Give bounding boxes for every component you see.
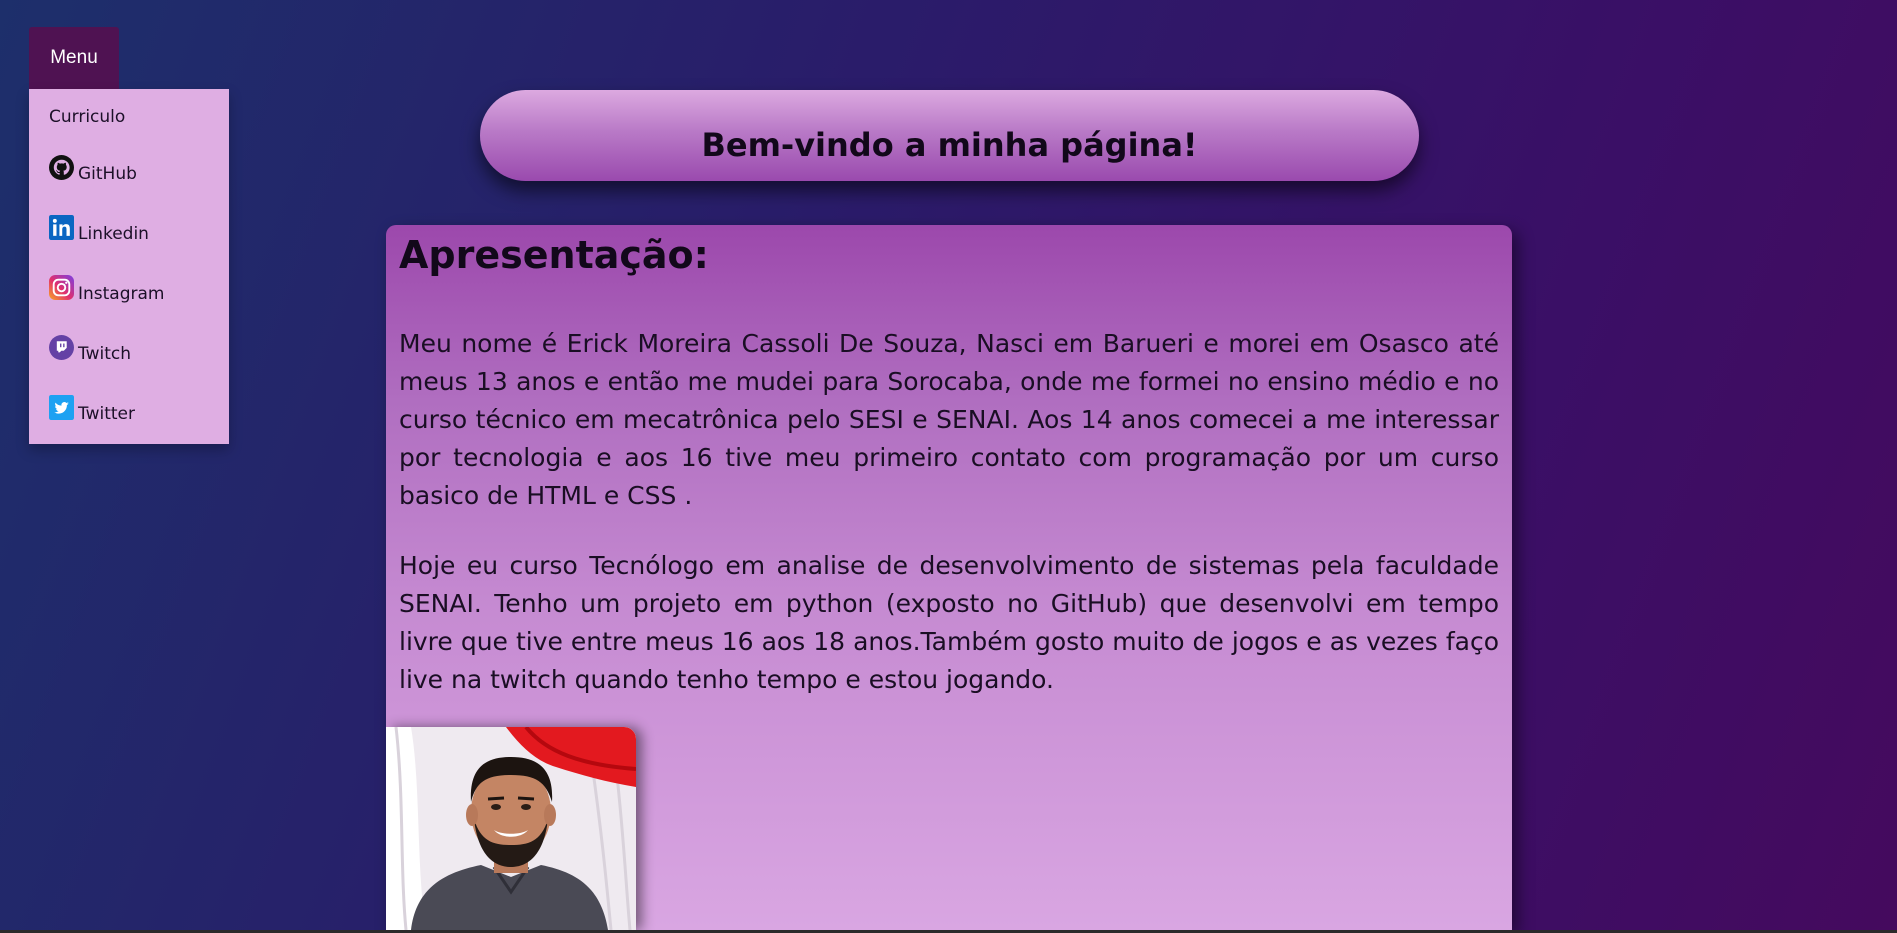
welcome-banner: Bem-vindo a minha página! — [480, 90, 1419, 181]
menu-item-label: Twitch — [78, 344, 131, 364]
profile-photo — [386, 727, 636, 930]
twitter-icon — [49, 395, 74, 420]
menu-item-curriculo[interactable]: Curriculo — [49, 107, 125, 127]
twitch-icon — [49, 335, 74, 360]
presentation-card: Apresentação: Meu nome é Erick Moreira C… — [386, 225, 1512, 930]
menu-dropdown: Curriculo GitHub Linkedin Instagram Twit… — [29, 89, 229, 444]
menu-item-label: Curriculo — [49, 107, 126, 127]
page-title: Bem-vindo a minha página! — [701, 125, 1198, 164]
menu-item-twitter[interactable]: Twitter — [49, 395, 135, 424]
menu-item-label: Instagram — [78, 284, 165, 304]
menu-item-twitch[interactable]: Twitch — [49, 335, 131, 364]
menu-item-github[interactable]: GitHub — [49, 155, 137, 184]
menu-item-linkedin[interactable]: Linkedin — [49, 215, 149, 244]
presentation-title: Apresentação: — [399, 233, 709, 277]
presentation-paragraph-1: Meu nome é Erick Moreira Cassoli De Souz… — [399, 329, 1499, 510]
github-icon — [49, 155, 74, 180]
presentation-paragraph-2: Hoje eu curso Tecnólogo em analise de de… — [399, 551, 1499, 694]
menu-item-label: Linkedin — [78, 224, 149, 244]
linkedin-icon — [49, 215, 74, 240]
menu-button[interactable]: Menu — [29, 27, 119, 89]
menu-item-instagram[interactable]: Instagram — [49, 275, 165, 304]
instagram-icon — [49, 275, 74, 300]
menu-item-label: GitHub — [78, 164, 137, 184]
menu-item-label: Twitter — [78, 404, 135, 424]
menu-button-label: Menu — [50, 47, 98, 68]
